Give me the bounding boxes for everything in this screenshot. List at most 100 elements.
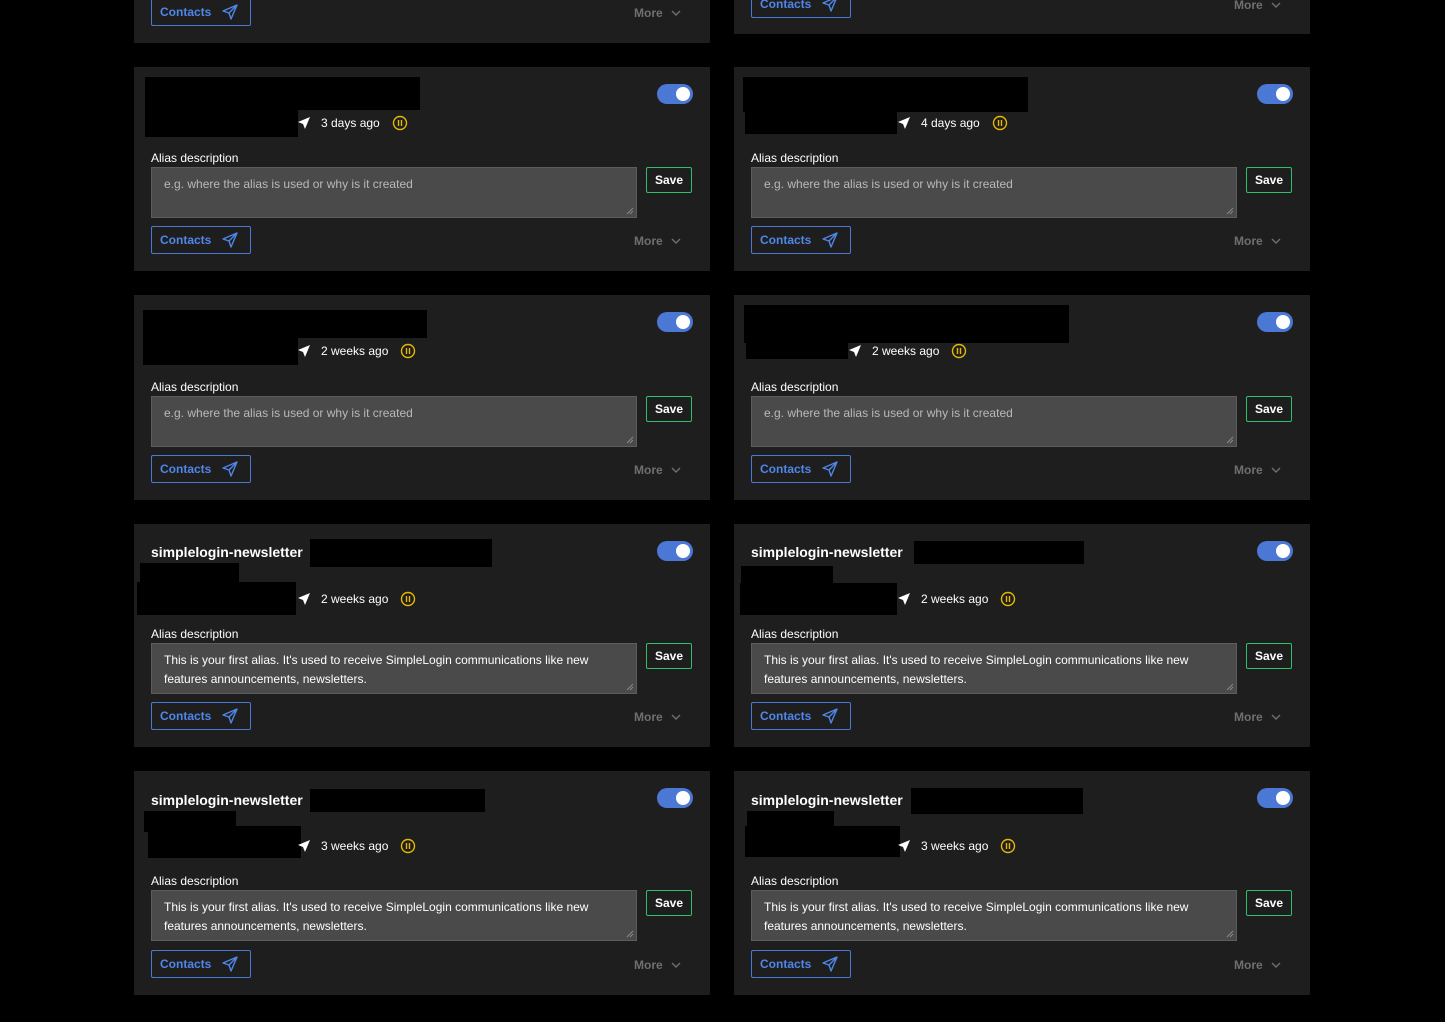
contacts-button[interactable]: Contacts — [751, 226, 851, 254]
alias-enabled-toggle[interactable] — [657, 84, 693, 104]
alias-email: simplelogin-newsletter — [751, 544, 903, 560]
alias-enabled-toggle[interactable] — [657, 788, 693, 808]
send-outline-icon — [222, 956, 239, 972]
save-button[interactable]: Save — [1246, 890, 1292, 916]
contacts-button[interactable]: Contacts — [751, 0, 851, 18]
save-button[interactable]: Save — [646, 396, 692, 422]
send-outline-icon — [222, 4, 239, 20]
alias-list: Contacts More Contacts More 3 days ago A… — [0, 0, 1445, 1022]
pause-icon — [1001, 591, 1016, 607]
redacted-mailbox — [740, 583, 897, 615]
contacts-button[interactable]: Contacts — [751, 702, 851, 730]
alias-card: Contacts More — [734, 0, 1310, 34]
chevron-down-icon — [671, 10, 681, 16]
alias-activity: 2 weeks ago — [848, 343, 967, 359]
save-button[interactable]: Save — [1246, 167, 1292, 193]
alias-description-input[interactable]: e.g. where the alias is used or why is i… — [151, 396, 637, 447]
alias-activity: 4 days ago — [897, 115, 1008, 131]
save-button[interactable]: Save — [646, 890, 692, 916]
alias-description-input[interactable]: This is your first alias. It's used to r… — [151, 643, 637, 694]
more-button[interactable]: More — [1234, 0, 1281, 12]
activity-time: 3 weeks ago — [921, 839, 989, 853]
send-icon — [298, 840, 310, 852]
send-icon — [898, 593, 910, 605]
alias-description-input[interactable]: This is your first alias. It's used to r… — [751, 890, 1237, 941]
contacts-label: Contacts — [760, 462, 812, 476]
contacts-label: Contacts — [760, 233, 812, 247]
contacts-label: Contacts — [160, 709, 212, 723]
more-button[interactable]: More — [634, 710, 681, 724]
more-label: More — [634, 6, 663, 20]
alias-activity: 3 weeks ago — [297, 838, 416, 854]
more-button[interactable]: More — [634, 6, 681, 20]
pause-icon — [1001, 838, 1016, 854]
contacts-label: Contacts — [160, 233, 212, 247]
redacted-alias-email — [310, 539, 492, 567]
contacts-button[interactable]: Contacts — [151, 950, 251, 978]
chevron-down-icon — [1271, 467, 1281, 473]
save-button[interactable]: Save — [1246, 643, 1292, 669]
activity-time: 3 days ago — [321, 116, 380, 130]
alias-enabled-toggle[interactable] — [1257, 541, 1293, 561]
chevron-down-icon — [1271, 714, 1281, 720]
redacted-alias-email — [145, 77, 420, 110]
contacts-button[interactable]: Contacts — [751, 455, 851, 483]
more-button[interactable]: More — [634, 958, 681, 972]
alias-description-input[interactable]: e.g. where the alias is used or why is i… — [751, 167, 1237, 218]
redacted-mailbox — [746, 343, 848, 359]
contacts-button[interactable]: Contacts — [151, 702, 251, 730]
alias-description-label: Alias description — [151, 151, 239, 165]
contacts-button[interactable]: Contacts — [151, 226, 251, 254]
alias-description-label: Alias description — [151, 627, 239, 641]
redacted-alias-email — [143, 310, 427, 338]
alias-description-label: Alias description — [751, 627, 839, 641]
more-button[interactable]: More — [1234, 463, 1281, 477]
alias-description-label: Alias description — [751, 151, 839, 165]
chevron-down-icon — [671, 467, 681, 473]
contacts-button[interactable]: Contacts — [751, 950, 851, 978]
more-button[interactable]: More — [634, 234, 681, 248]
alias-card: Contacts More — [134, 0, 710, 43]
alias-activity: 2 weeks ago — [297, 343, 416, 359]
send-icon — [298, 593, 310, 605]
more-button[interactable]: More — [1234, 234, 1281, 248]
alias-enabled-toggle[interactable] — [1257, 788, 1293, 808]
alias-description-input[interactable]: This is your first alias. It's used to r… — [151, 890, 637, 941]
send-outline-icon — [822, 232, 839, 248]
alias-description-label: Alias description — [151, 874, 239, 888]
more-label: More — [1234, 710, 1263, 724]
more-button[interactable]: More — [1234, 958, 1281, 972]
contacts-label: Contacts — [760, 0, 812, 11]
contacts-label: Contacts — [160, 5, 212, 19]
activity-time: 3 weeks ago — [321, 839, 389, 853]
redacted-mailbox — [741, 566, 833, 584]
alias-enabled-toggle[interactable] — [657, 312, 693, 332]
send-outline-icon — [222, 708, 239, 724]
send-outline-icon — [222, 461, 239, 477]
contacts-label: Contacts — [760, 709, 812, 723]
alias-card: 3 days ago Alias description e.g. where … — [134, 67, 710, 271]
contacts-label: Contacts — [760, 957, 812, 971]
send-outline-icon — [822, 461, 839, 477]
redacted-alias-email — [914, 541, 1084, 564]
chevron-down-icon — [671, 238, 681, 244]
alias-enabled-toggle[interactable] — [1257, 312, 1293, 332]
contacts-button[interactable]: Contacts — [151, 0, 251, 26]
alias-description-input[interactable]: e.g. where the alias is used or why is i… — [751, 396, 1237, 447]
alias-description-input[interactable]: This is your first alias. It's used to r… — [751, 643, 1237, 694]
alias-card: simplelogin-newsletter 2 weeks ago Alias… — [734, 524, 1310, 747]
more-button[interactable]: More — [634, 463, 681, 477]
more-button[interactable]: More — [1234, 710, 1281, 724]
contacts-button[interactable]: Contacts — [151, 455, 251, 483]
save-button[interactable]: Save — [1246, 396, 1292, 422]
redacted-alias-email — [743, 77, 1028, 112]
save-button[interactable]: Save — [646, 167, 692, 193]
alias-card: simplelogin-newsletter 3 weeks ago Alias… — [134, 771, 710, 995]
more-label: More — [634, 710, 663, 724]
send-outline-icon — [222, 232, 239, 248]
redacted-mailbox — [745, 112, 897, 134]
alias-enabled-toggle[interactable] — [1257, 84, 1293, 104]
alias-description-input[interactable]: e.g. where the alias is used or why is i… — [151, 167, 637, 218]
save-button[interactable]: Save — [646, 643, 692, 669]
alias-enabled-toggle[interactable] — [657, 541, 693, 561]
